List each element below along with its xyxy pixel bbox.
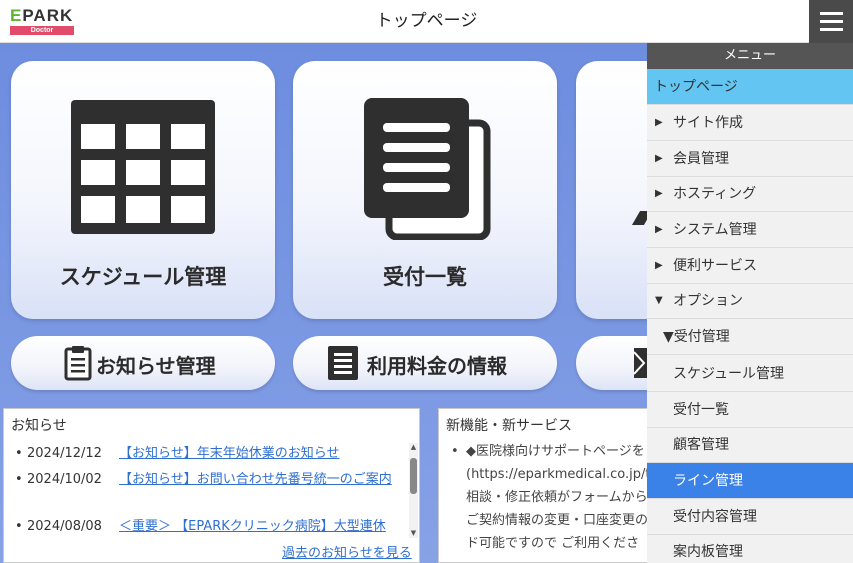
scroll-up-icon[interactable]: ▲ <box>409 443 418 452</box>
scroll-thumb[interactable] <box>410 458 417 494</box>
menu-item-reception-content[interactable]: 受付内容管理 <box>647 499 853 535</box>
mail-icon <box>634 348 648 378</box>
triangle-right-icon: ▶ <box>655 188 663 199</box>
menu-item-site-creation[interactable]: ▶ サイト作成 <box>647 105 853 141</box>
menu-item-option[interactable]: ▼ オプション <box>647 283 853 319</box>
services-line: • <box>451 444 459 459</box>
news-date: 2024/12/12 <box>27 446 102 461</box>
reception-list-tile-label: 受付一覧 <box>383 265 467 289</box>
menu-item-system[interactable]: ▶ システム管理 <box>647 212 853 248</box>
news-link[interactable]: 【お知らせ】年末年始休業のお知らせ <box>119 444 409 463</box>
services-line: ◆医院様向けサポートページを <box>466 444 645 459</box>
schedule-tile[interactable]: スケジュール管理 <box>11 61 275 319</box>
services-line: 相談・修正依頼がフォームから <box>466 490 648 505</box>
services-title: 新機能・新サービス <box>446 418 572 434</box>
header: EPARK Doctor トップページ <box>0 0 853 43</box>
hamburger-icon <box>820 12 843 15</box>
scroll-down-icon[interactable]: ▼ <box>409 529 418 538</box>
hamburger-menu-button[interactable] <box>809 0 853 43</box>
documents-icon <box>364 98 491 240</box>
fee-info-label: 利用料金の情報 <box>367 354 507 378</box>
triangle-right-icon: ▶ <box>655 117 663 128</box>
triangle-down-icon: ▼ <box>655 295 663 306</box>
triangle-right-icon: ▶ <box>655 153 663 164</box>
menu-item-reception-list[interactable]: 受付一覧 <box>647 392 853 428</box>
side-menu: メニュー トップページ ▶ サイト作成 ▶ 会員管理 ▶ ホスティング ▶ システム管理… <box>647 43 853 563</box>
news-link[interactable]: ＜重要＞ 【EPARKクリニック病院】大型連休 <box>119 517 409 536</box>
news-title: お知らせ <box>11 418 67 434</box>
menu-item-customer[interactable]: 顧客管理 <box>647 427 853 463</box>
menu-item-services[interactable]: ▶ 便利サービス <box>647 248 853 284</box>
clipboard-icon <box>64 346 92 381</box>
news-scrollbar[interactable]: ▲ ▼ <box>409 443 418 538</box>
news-link[interactable]: 【お知らせ】お問い合わせ先番号統一のご案内 <box>119 470 404 489</box>
notice-management-label: お知らせ管理 <box>96 354 216 378</box>
news-date: 2024/08/08 <box>27 519 102 534</box>
list-document-icon <box>328 346 358 380</box>
more-news-link[interactable]: 過去のお知らせを見る <box>282 542 412 561</box>
schedule-tile-label: スケジュール管理 <box>59 265 227 289</box>
menu-item-schedule[interactable]: スケジュール管理 <box>647 356 853 392</box>
triangle-right-icon: ▶ <box>655 260 663 271</box>
fee-info-button[interactable]: 利用料金の情報 <box>293 336 557 390</box>
page-title: トップページ <box>375 11 478 31</box>
services-line: ド可能ですので ご利用くださ <box>466 536 640 551</box>
menu-item-info-board[interactable]: 案内板管理 <box>647 534 853 563</box>
menu-item-top-page[interactable]: トップページ <box>647 69 853 105</box>
menu-title: メニュー <box>647 43 853 69</box>
calendar-grid-icon <box>71 100 215 234</box>
services-line: (https://eparkmedical.co.jp/to <box>466 467 659 482</box>
services-line: ご契約情報の変更・口座変更の <box>466 513 649 528</box>
notice-management-button[interactable]: お知らせ管理 <box>11 336 275 390</box>
triangle-right-icon: ▶ <box>655 224 663 235</box>
menu-item-line[interactable]: ライン管理 <box>647 463 853 499</box>
menu-item-member[interactable]: ▶ 会員管理 <box>647 141 853 177</box>
reception-list-tile[interactable]: 受付一覧 <box>293 61 557 319</box>
news-date: 2024/10/02 <box>27 472 102 487</box>
menu-item-reception-management[interactable]: ▼受付管理 <box>647 319 853 355</box>
menu-item-hosting[interactable]: ▶ ホスティング <box>647 176 853 212</box>
